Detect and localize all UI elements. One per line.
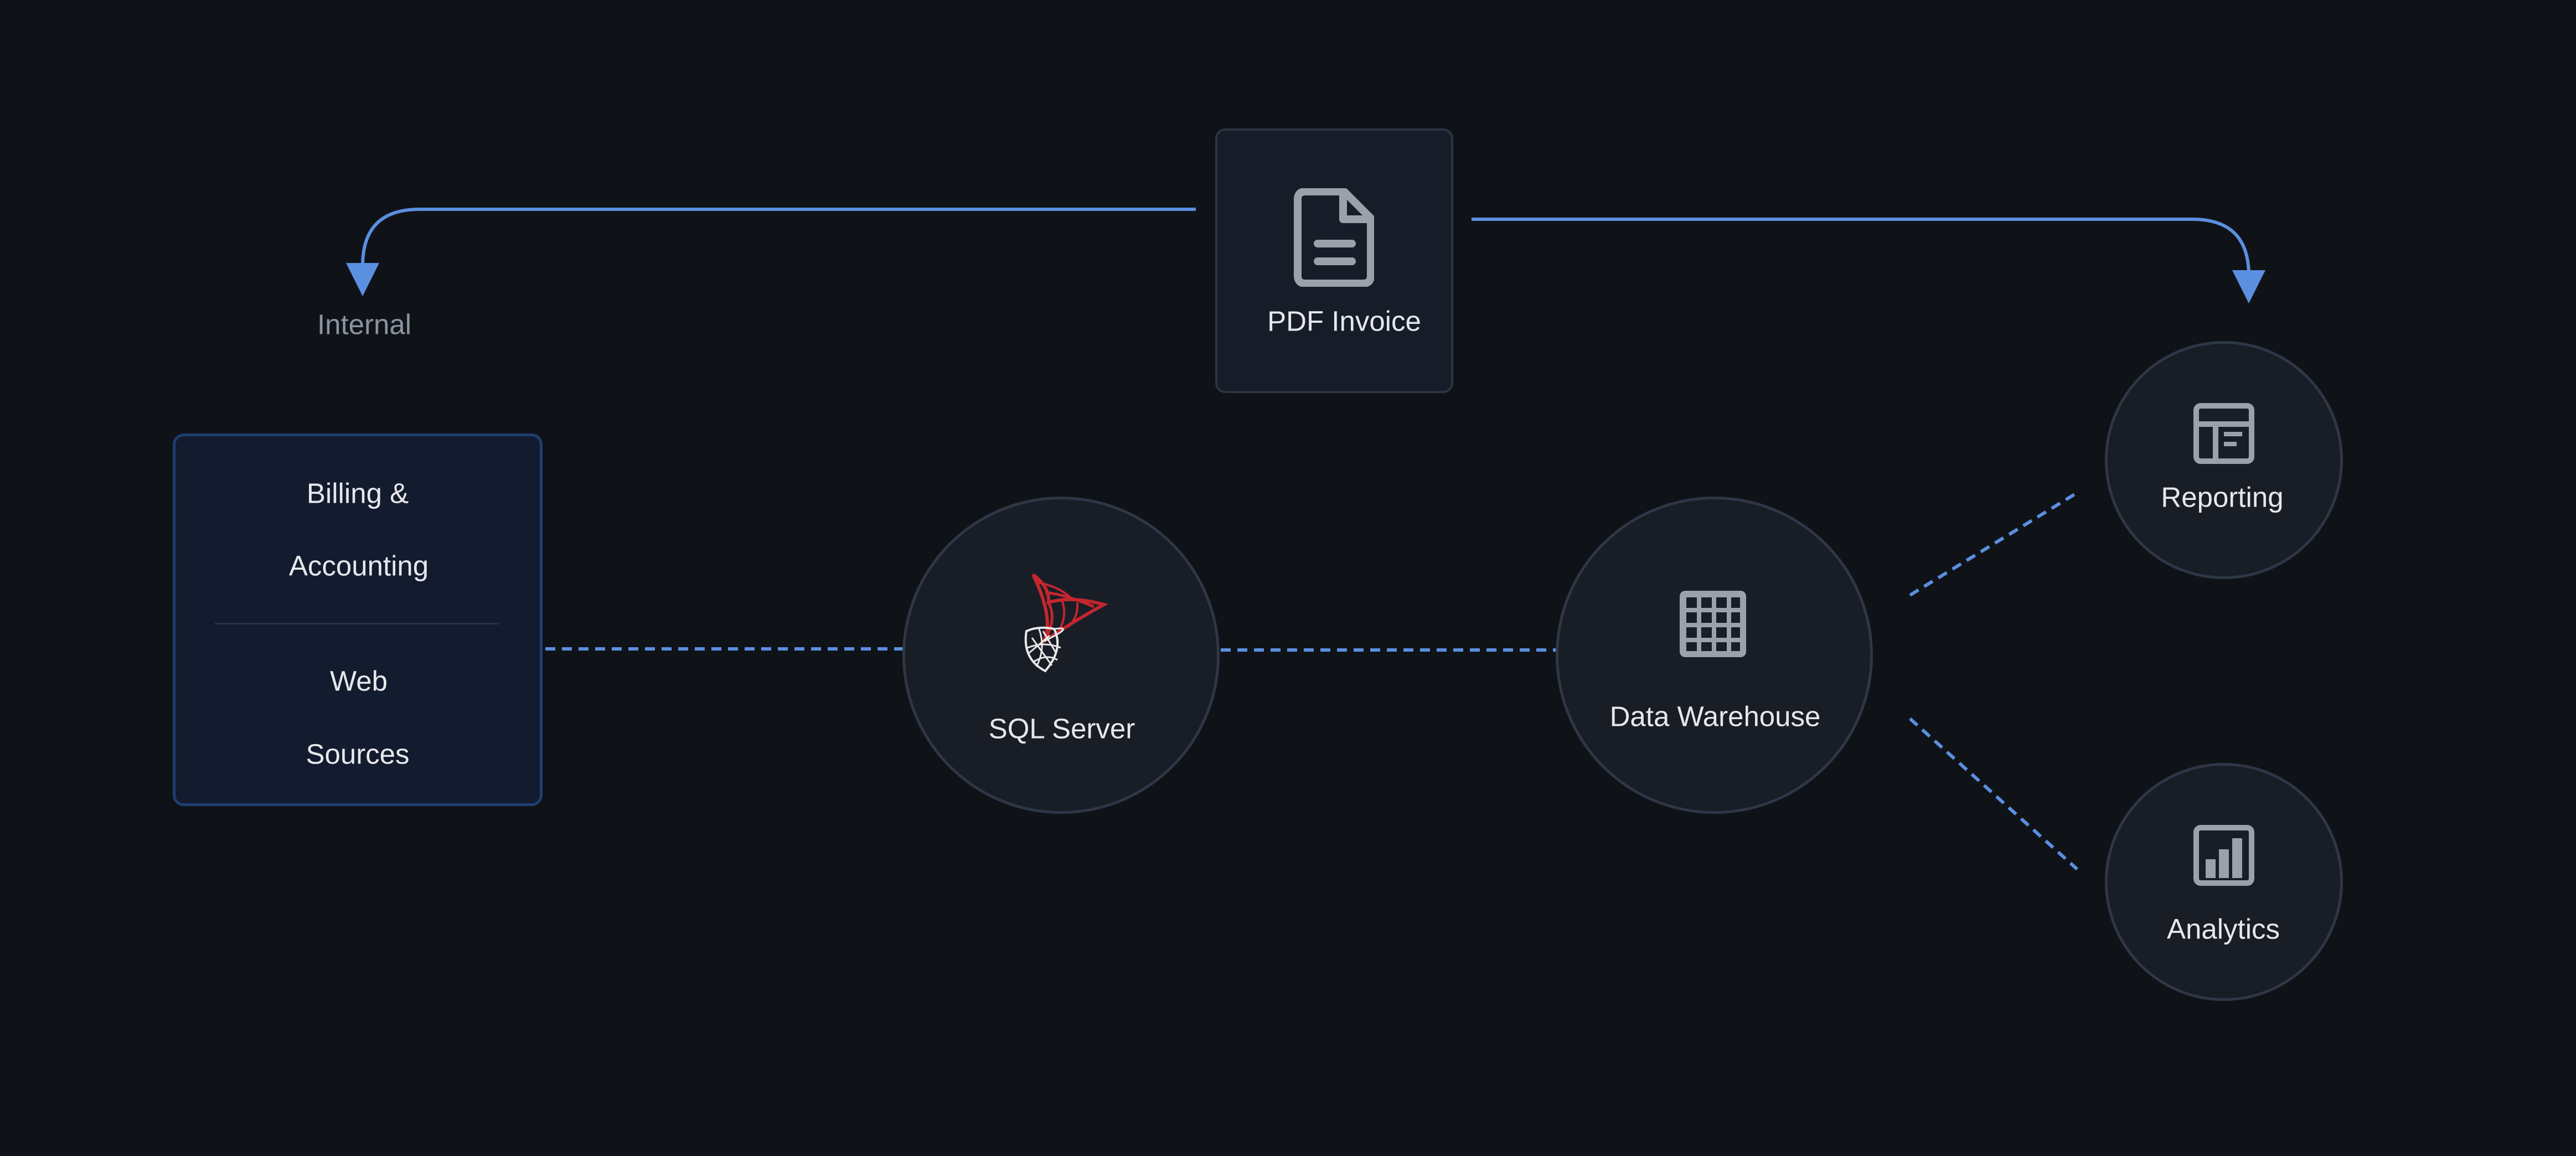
arrow-pdf-to-internal <box>346 208 1196 296</box>
internal-label: Internal <box>317 308 412 340</box>
link-warehouse-to-analytics <box>1908 717 2079 871</box>
grid-icon <box>1680 591 1746 657</box>
analytics-label: Analytics <box>2166 913 2280 945</box>
document-icon <box>1294 188 1374 287</box>
sql-server-logo-icon <box>1024 573 1108 673</box>
web-sources-label-line1: Web <box>330 665 388 697</box>
billing-label-line1: Billing & <box>306 477 409 509</box>
billing-label-line2: Accounting <box>288 550 429 582</box>
data-warehouse-label: Data Warehouse <box>1609 700 1821 732</box>
pdf-invoice-label: PDF Invoice <box>1267 305 1421 337</box>
link-warehouse-to-reporting <box>1909 491 2078 597</box>
dashboard-layout-icon <box>2193 403 2254 464</box>
sources-divider <box>215 623 499 625</box>
sql-server-label: SQL Server <box>988 713 1135 745</box>
bar-chart-icon <box>2193 825 2254 886</box>
reporting-label: Reporting <box>2161 481 2284 513</box>
diagram-canvas: Internal PDF Invoice Billing & Accountin… <box>0 0 2576 1156</box>
web-sources-label-line2: Sources <box>306 738 410 770</box>
arrow-pdf-to-reporting <box>1472 218 2265 303</box>
